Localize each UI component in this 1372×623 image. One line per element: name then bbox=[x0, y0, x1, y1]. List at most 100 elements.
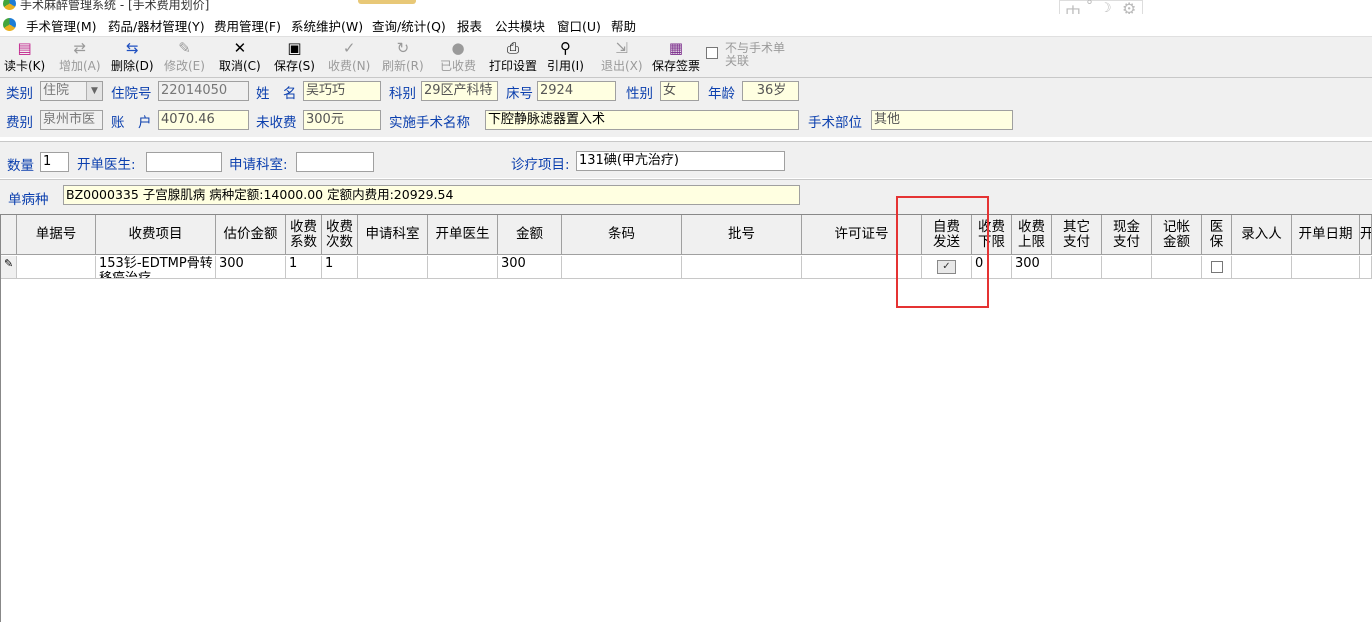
col-order-date[interactable]: 开单日期 bbox=[1292, 215, 1360, 255]
item-field[interactable]: 131碘(甲亢治疗) bbox=[576, 151, 785, 171]
delete-button[interactable]: ⇆ 删除(D) bbox=[111, 40, 154, 74]
surgery-name-field[interactable]: 下腔静脉滤器置入术 bbox=[485, 110, 799, 130]
refresh-button[interactable]: ↻ 刷新(R) bbox=[382, 40, 424, 74]
table-row-item[interactable]: 153钐-EDTMP骨转移癌治疗 bbox=[96, 256, 216, 279]
inpatient-no-field[interactable]: 22014050 bbox=[158, 81, 249, 101]
add-button[interactable]: ⇄ 增加(A) bbox=[59, 40, 101, 74]
dept-label: 科别 bbox=[389, 86, 416, 102]
menu-bar: 手术管理(M) 药品/器材管理(Y) 费用管理(F) 系统维护(W) 查询/统计… bbox=[0, 14, 1372, 35]
col-entered-by[interactable]: 录入人 bbox=[1232, 215, 1292, 255]
edit-button[interactable]: ✎ 修改(E) bbox=[164, 40, 205, 74]
charge-grid: 单据号 收费项目 估价金额 收费 系数 收费 次数 申请科室 开单医生 金额 条… bbox=[0, 214, 1372, 623]
qty-label: 数量 bbox=[7, 158, 34, 174]
unlink-surgery-checkbox[interactable] bbox=[706, 47, 718, 59]
col-doc-no[interactable]: 单据号 bbox=[17, 215, 96, 255]
menu-drugs[interactable]: 药品/器材管理(Y) bbox=[108, 16, 205, 35]
exit-icon: ⇲ bbox=[615, 39, 629, 57]
refresh-icon: ↻ bbox=[396, 39, 410, 57]
unlink-surgery-label: 不与手术单 关联 bbox=[725, 41, 786, 68]
save-ticket-button[interactable]: ▦ 保存签票 bbox=[652, 40, 700, 74]
menu-help[interactable]: 帮助 bbox=[611, 16, 636, 35]
dept-field[interactable]: 29区产科特 bbox=[421, 81, 498, 101]
table-row-barcode[interactable] bbox=[562, 256, 682, 279]
table-row-doctor[interactable] bbox=[428, 256, 498, 279]
print-icon: ⎙ bbox=[507, 39, 520, 57]
title-decoration bbox=[358, 0, 416, 4]
row-indicator-header bbox=[0, 215, 17, 255]
doctor-field[interactable] bbox=[146, 152, 222, 172]
account-label: 账 户 bbox=[111, 115, 152, 131]
col-account-amount[interactable]: 记帐 金额 bbox=[1152, 215, 1202, 255]
read-card-button[interactable]: ▤ 读卡(K) bbox=[4, 40, 45, 74]
col-other-pay[interactable]: 其它 支付 bbox=[1052, 215, 1102, 255]
age-label: 年龄 bbox=[708, 86, 735, 102]
table-row-amount[interactable]: 300 bbox=[498, 256, 562, 279]
table-row-apply-dept[interactable] bbox=[358, 256, 428, 279]
add-icon: ⇄ bbox=[73, 39, 87, 57]
table-row-upper[interactable]: 300 bbox=[1012, 256, 1052, 279]
fee-type-label: 费别 bbox=[6, 115, 33, 131]
qty-field[interactable]: 1 bbox=[40, 152, 69, 172]
table-row-times[interactable]: 1 bbox=[322, 256, 358, 279]
col-apply-dept[interactable]: 申请科室 bbox=[358, 215, 428, 255]
bed-field[interactable]: 2924 bbox=[537, 81, 616, 101]
charged-icon: ● bbox=[451, 39, 465, 57]
menu-surgery[interactable]: 手术管理(M) bbox=[26, 16, 97, 35]
insurance-checkbox[interactable] bbox=[1210, 261, 1223, 273]
menu-reports[interactable]: 报表 bbox=[457, 16, 482, 35]
table-row-extra[interactable] bbox=[1360, 256, 1372, 279]
disease-field[interactable]: BZ0000335 子宫腺肌病 病种定额:14000.00 定额内费用:2092… bbox=[63, 185, 800, 205]
fee-type-field[interactable]: 泉州市医 bbox=[40, 110, 103, 130]
name-field[interactable]: 吴巧巧 bbox=[303, 81, 381, 101]
unpaid-field[interactable]: 300元 bbox=[303, 110, 381, 130]
apply-dept-field[interactable] bbox=[296, 152, 374, 172]
col-times[interactable]: 收费 次数 bbox=[322, 215, 358, 255]
col-extra[interactable]: 开 bbox=[1360, 215, 1372, 255]
print-settings-button[interactable]: ⎙ 打印设置 bbox=[489, 40, 537, 74]
col-insurance[interactable]: 医 保 bbox=[1202, 215, 1232, 255]
table-row-doc-no[interactable] bbox=[17, 256, 96, 279]
table-row-est-amount[interactable]: 300 bbox=[216, 256, 286, 279]
col-amount[interactable]: 金额 bbox=[498, 215, 562, 255]
age-field[interactable]: 36岁 bbox=[742, 81, 799, 101]
save-button[interactable]: ▣ 保存(S) bbox=[274, 40, 315, 74]
ime-punctuation-icon[interactable]: ° bbox=[1086, 0, 1093, 14]
reference-button[interactable]: ⚲ 引用(I) bbox=[547, 40, 584, 74]
charged-button[interactable]: ● 已收费 bbox=[440, 40, 476, 74]
menu-fees[interactable]: 费用管理(F) bbox=[214, 16, 281, 35]
table-row-cash-pay[interactable] bbox=[1102, 256, 1152, 279]
col-barcode[interactable]: 条码 bbox=[562, 215, 682, 255]
exit-button[interactable]: ⇲ 退出(X) bbox=[601, 40, 643, 74]
grid-left-border bbox=[0, 214, 1, 622]
chevron-down-icon[interactable]: ▼ bbox=[86, 82, 102, 100]
surgery-site-label: 手术部位 bbox=[808, 115, 862, 131]
menu-system[interactable]: 系统维护(W) bbox=[291, 16, 363, 35]
menu-query[interactable]: 查询/统计(Q) bbox=[372, 16, 446, 35]
table-row-order-date[interactable] bbox=[1292, 256, 1360, 279]
menu-public[interactable]: 公共模块 bbox=[495, 16, 545, 35]
menu-window[interactable]: 窗口(U) bbox=[557, 16, 601, 35]
table-row-coef[interactable]: 1 bbox=[286, 256, 322, 279]
surgery-site-field[interactable]: 其他 bbox=[871, 110, 1013, 130]
table-row-account-amount[interactable] bbox=[1152, 256, 1202, 279]
charge-icon: ✓ bbox=[342, 39, 356, 57]
table-row-batch[interactable] bbox=[682, 256, 802, 279]
col-est-amount[interactable]: 估价金额 bbox=[216, 215, 286, 255]
col-doctor[interactable]: 开单医生 bbox=[428, 215, 498, 255]
table-row-other-pay[interactable] bbox=[1052, 256, 1102, 279]
type-select[interactable]: 住院 ▼ bbox=[40, 81, 103, 101]
col-batch[interactable]: 批号 bbox=[682, 215, 802, 255]
col-cash-pay[interactable]: 现金 支付 bbox=[1102, 215, 1152, 255]
charge-button[interactable]: ✓ 收费(N) bbox=[328, 40, 370, 74]
cancel-button[interactable]: ✕ 取消(C) bbox=[219, 40, 261, 74]
sex-field[interactable]: 女 bbox=[660, 81, 699, 101]
account-field[interactable]: 4070.46 bbox=[158, 110, 249, 130]
col-coef[interactable]: 收费 系数 bbox=[286, 215, 322, 255]
table-row-entered-by[interactable] bbox=[1232, 256, 1292, 279]
window-title: 手术麻醉管理系统 - [手术费用划价] bbox=[20, 0, 210, 12]
col-upper[interactable]: 收费 上限 bbox=[1012, 215, 1052, 255]
type-label: 类别 bbox=[6, 86, 33, 102]
table-row-insurance[interactable] bbox=[1202, 256, 1232, 279]
mdi-logo-icon bbox=[3, 18, 16, 31]
col-item[interactable]: 收费项目 bbox=[96, 215, 216, 255]
